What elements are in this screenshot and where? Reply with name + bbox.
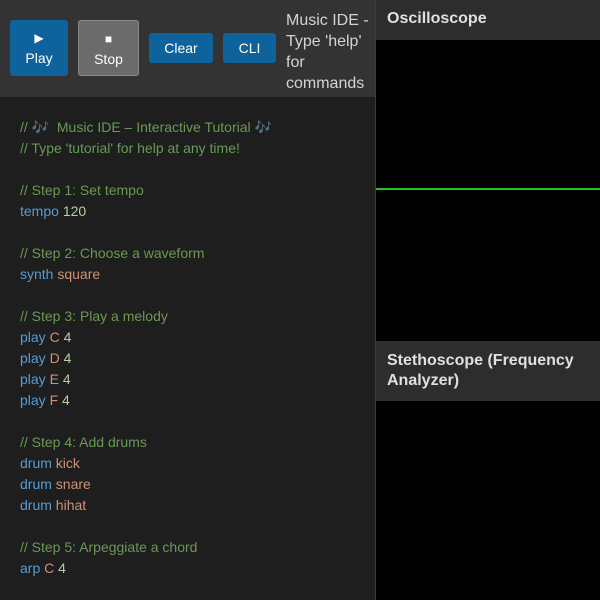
play-icon: ▶ xyxy=(34,31,44,45)
code-keyword: play xyxy=(20,371,46,387)
oscilloscope-canvas xyxy=(376,40,600,341)
code-editor[interactable]: // 🎶 Music IDE – Interactive Tutorial 🎶 /… xyxy=(0,97,376,600)
code-keyword: drum xyxy=(20,476,52,492)
code-line: play D 4 xyxy=(0,348,376,369)
code-line: // Step 2: Choose a waveform xyxy=(0,243,376,264)
code-line: // Step 1: Set tempo xyxy=(0,180,376,201)
help-hint: Music IDE - Type 'help' for commands xyxy=(286,12,369,92)
code-line: // Type 'tutorial' for help at any time! xyxy=(0,138,376,159)
code-line: play F 4 xyxy=(0,390,376,411)
code-string: C xyxy=(44,560,55,576)
cli-button[interactable]: CLI xyxy=(223,33,276,63)
code-keyword: drum xyxy=(20,455,52,471)
code-line: drum hihat xyxy=(0,495,376,516)
code-string: square xyxy=(57,266,101,282)
stop-button[interactable]: ■ Stop xyxy=(78,20,139,76)
code-line: drum snare xyxy=(0,474,376,495)
code-comment: // Step 4: Add drums xyxy=(20,434,147,450)
oscilloscope-title: Oscilloscope xyxy=(376,0,600,40)
code-string: C xyxy=(49,329,60,345)
code-keyword: synth xyxy=(20,266,54,282)
code-string: hihat xyxy=(55,497,87,513)
code-keyword: play xyxy=(20,392,46,408)
code-string: snare xyxy=(55,476,91,492)
code-line: // Step 3: Play a melody xyxy=(0,306,376,327)
code-line: tempo 120 xyxy=(0,201,376,222)
play-label: Play xyxy=(25,50,53,66)
code-keyword: play xyxy=(20,350,46,366)
code-comment: // Step 5: Arpeggiate a chord xyxy=(20,539,198,555)
code-line: play E 4 xyxy=(0,369,376,390)
editor-pane: ▶ Play ■ Stop Clear CLI Music IDE - Type… xyxy=(0,0,376,600)
code-comment: // Step 2: Choose a waveform xyxy=(20,245,205,261)
clear-button[interactable]: Clear xyxy=(149,33,213,63)
code-number: 4 xyxy=(63,350,72,366)
code-string: D xyxy=(49,350,60,366)
code-string: kick xyxy=(55,455,80,471)
code-keyword: arp xyxy=(20,560,41,576)
code-line: // Step 5: Arpeggiate a chord xyxy=(0,537,376,558)
code-line: // Step 4: Add drums xyxy=(0,432,376,453)
code-line: // 🎶 Music IDE – Interactive Tutorial 🎶 xyxy=(0,117,376,138)
stop-label: Stop xyxy=(94,51,123,67)
code-string: F xyxy=(49,392,59,408)
code-keyword: drum xyxy=(20,497,52,513)
code-number: 4 xyxy=(62,371,71,387)
code-keyword: play xyxy=(20,329,46,345)
code-number: 4 xyxy=(62,392,70,408)
code-keyword: tempo xyxy=(20,203,59,219)
code-comment: // Step 1: Set tempo xyxy=(20,182,144,198)
visualizer-pane: Oscilloscope Stethoscope (Frequency Anal… xyxy=(376,0,600,600)
code-number: 4 xyxy=(63,329,72,345)
play-button[interactable]: ▶ Play xyxy=(10,20,68,76)
code-line: synth square xyxy=(0,264,376,285)
code-line: play C 4 xyxy=(0,327,376,348)
stop-icon: ■ xyxy=(104,32,113,46)
code-comment: // Type 'tutorial' for help at any time! xyxy=(20,140,240,156)
code-line: arp C 4 xyxy=(0,558,376,579)
code-line: drum kick xyxy=(0,453,376,474)
code-comment: // 🎶 Music IDE – Interactive Tutorial 🎶 xyxy=(20,119,272,135)
code-string: E xyxy=(49,371,59,387)
code-number: 120 xyxy=(62,203,87,219)
toolbar: ▶ Play ■ Stop Clear CLI Music IDE - Type… xyxy=(0,0,376,97)
stethoscope-canvas xyxy=(376,401,600,600)
oscilloscope-waveform xyxy=(376,188,600,190)
code-comment: // Step 3: Play a melody xyxy=(20,308,168,324)
stethoscope-title: Stethoscope (Frequency Analyzer) xyxy=(376,341,600,401)
code-number: 4 xyxy=(58,560,66,576)
